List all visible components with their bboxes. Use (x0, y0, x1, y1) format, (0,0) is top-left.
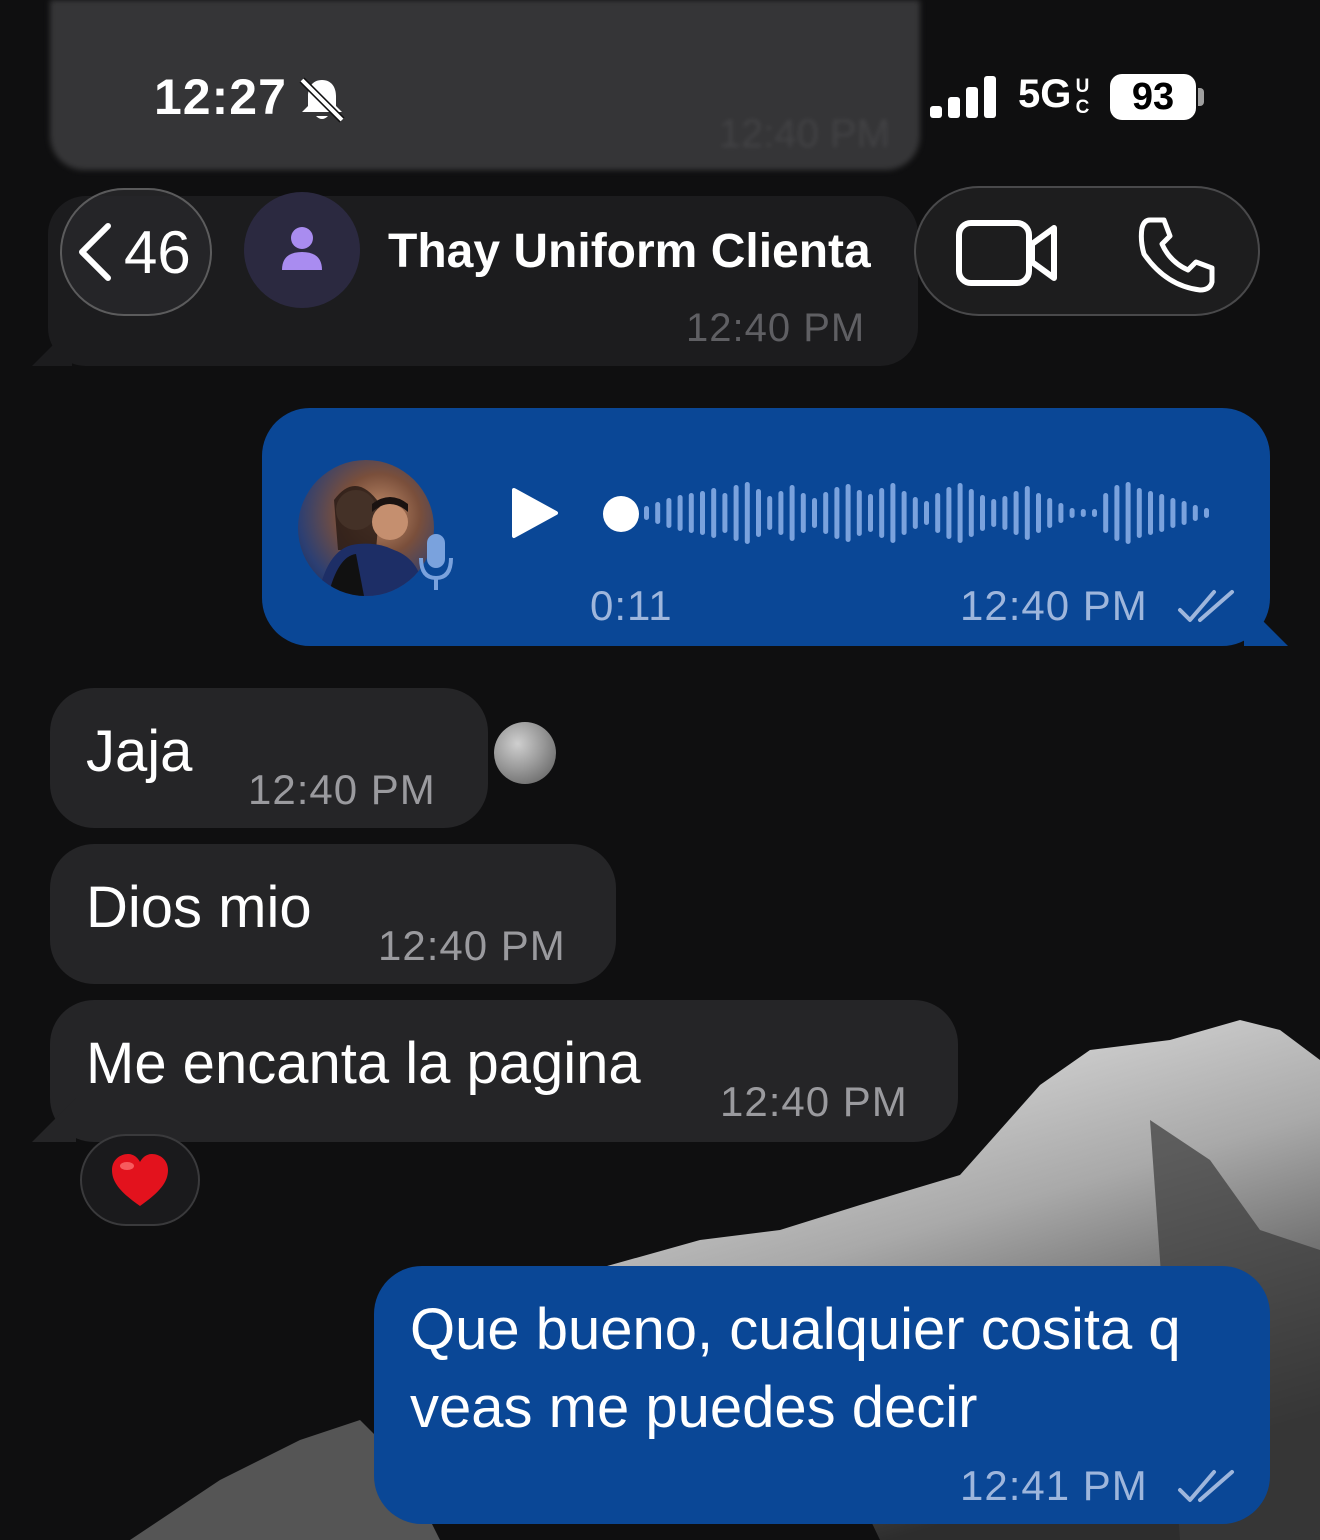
message-time: 12:40 PM (248, 766, 436, 813)
contact-avatar[interactable] (244, 192, 360, 308)
heart-icon (112, 1154, 168, 1206)
bell-slash-icon (299, 77, 345, 123)
message-text-line-1: Que bueno, cualquier cosita q (410, 1297, 1181, 1362)
network-type: 5G (1018, 72, 1072, 116)
play-icon[interactable] (510, 486, 560, 540)
message-text: Dios mio (86, 875, 312, 940)
unread-count: 46 (124, 219, 191, 286)
audio-waveform[interactable] (640, 480, 1220, 546)
phone-icon[interactable] (1136, 214, 1220, 294)
person-icon (282, 227, 322, 270)
signal-bars-icon (930, 76, 996, 118)
avatar-photo (318, 485, 424, 596)
double-check-icon (1178, 590, 1234, 622)
message-text-line-2: veas me puedes decir (410, 1375, 978, 1440)
double-check-icon (1178, 1470, 1234, 1502)
status-time: 12:27 (154, 69, 287, 125)
message-time: 12:40 PM (378, 922, 566, 969)
message-text: Jaja (86, 719, 193, 784)
voice-sender-avatar (298, 460, 434, 596)
battery-level: 93 (1110, 74, 1196, 120)
video-camera-icon[interactable] (956, 218, 1060, 288)
playback-scrubber[interactable] (603, 496, 639, 532)
microphone-icon (419, 534, 453, 590)
contact-name[interactable]: Thay Uniform Clienta (388, 224, 871, 279)
voice-time: 12:40 PM (960, 582, 1148, 629)
message-time: 12:41 PM (960, 1462, 1148, 1509)
battery-icon (1198, 88, 1204, 106)
message-time: 12:40 PM (720, 1078, 908, 1125)
chevron-left-icon (79, 223, 111, 281)
moon-wallpaper (494, 722, 556, 784)
voice-duration: 0:11 (590, 582, 673, 629)
message-text: Me encanta la pagina (86, 1031, 641, 1096)
network-suffix: UC (1072, 76, 1093, 118)
